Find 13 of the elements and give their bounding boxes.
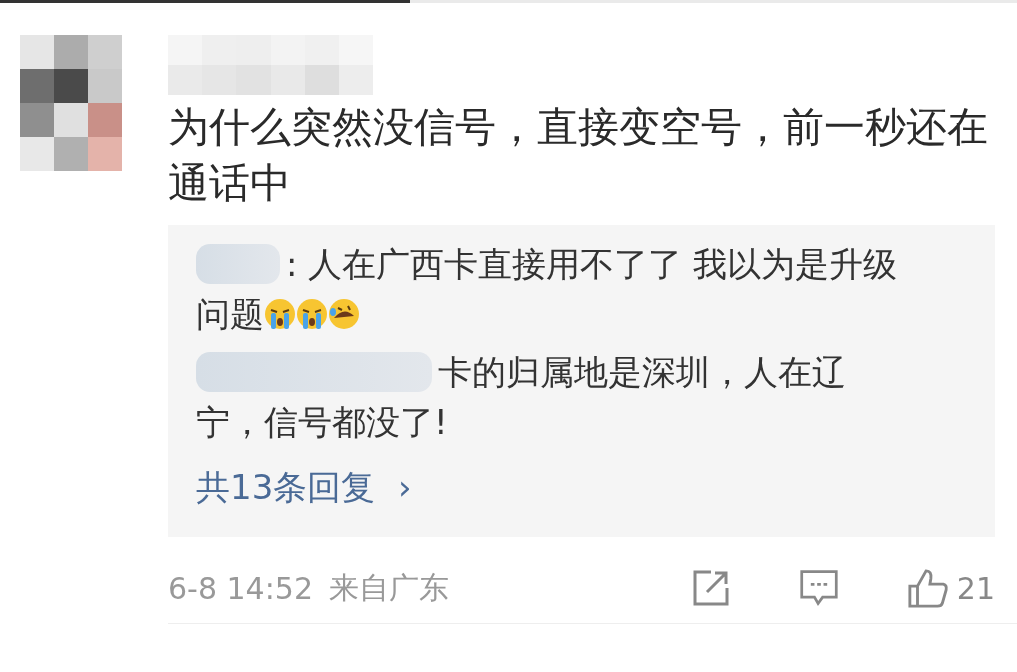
reply-text-line: 宁，信号都没了!: [196, 401, 448, 444]
reply-text-line: 卡的归属地是深圳，人在辽: [438, 351, 846, 394]
crying-face-icon: [296, 298, 328, 330]
more-replies-link[interactable]: 共13条回复 ›: [196, 465, 412, 511]
comment-icon[interactable]: [798, 568, 839, 608]
reply-text-line: 问题: [196, 293, 264, 336]
comment-time: 6-8 14:52: [168, 570, 313, 606]
laughing-face-icon: [328, 298, 360, 330]
like-button[interactable]: 21: [906, 567, 995, 609]
crying-face-icon: [264, 298, 296, 330]
comment-location: 来自广东: [329, 568, 449, 607]
comment-text: 为什么突然没信号，直接变空号，前一秒还在通话中: [168, 102, 989, 209]
reply-text-line: : 人在广西卡直接用不了了 我以为是升级: [286, 243, 898, 286]
